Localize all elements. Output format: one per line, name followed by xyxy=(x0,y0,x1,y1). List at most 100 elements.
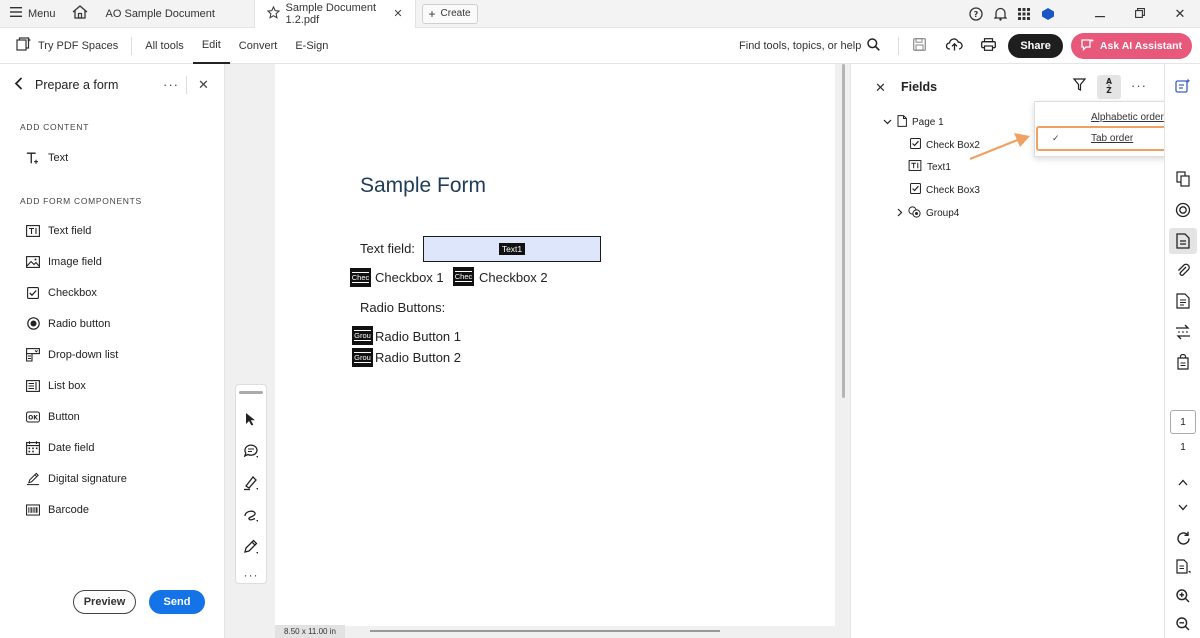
drag-handle[interactable] xyxy=(239,391,263,394)
fields-more-options-icon[interactable]: ··· xyxy=(1131,78,1147,93)
rotate-refresh-icon[interactable] xyxy=(1173,528,1193,548)
search-icon[interactable] xyxy=(867,38,881,54)
checkbox-tool[interactable]: Checkbox xyxy=(0,277,224,308)
sign-pen-icon[interactable] xyxy=(240,536,262,558)
find-tools-search[interactable]: Find tools, topics, or help xyxy=(739,40,861,52)
cloud-upload-icon[interactable] xyxy=(946,38,964,54)
check-box3-form-field[interactable]: Chec xyxy=(453,267,474,286)
save-icon[interactable] xyxy=(913,38,927,54)
restore-button[interactable] xyxy=(1120,0,1160,28)
apps-grid-icon[interactable] xyxy=(1012,0,1036,28)
radio-button-tool[interactable]: Radio button xyxy=(0,308,224,339)
zoom-out-icon[interactable] xyxy=(1173,614,1193,634)
protect-document-icon[interactable] xyxy=(1173,352,1193,372)
menu-label: Menu xyxy=(28,7,56,20)
chevron-down-icon[interactable] xyxy=(1173,497,1193,517)
close-panel-icon[interactable]: ✕ xyxy=(198,77,209,93)
tree-page-1[interactable]: Page 1 xyxy=(883,115,944,130)
page-size-label: 8.50 x 11.00 in xyxy=(275,625,345,638)
pdf-page[interactable]: Sample Form Text field: Text1 Chec Check… xyxy=(275,64,835,626)
close-fields-panel-icon[interactable]: ✕ xyxy=(875,80,886,96)
document-text-icon[interactable] xyxy=(1173,291,1193,311)
more-tools-icon[interactable]: ··· xyxy=(244,568,259,582)
dropdown-list-icon xyxy=(26,347,40,362)
home-button[interactable] xyxy=(66,0,94,28)
dropdown-list-tool[interactable]: Drop-down list xyxy=(0,339,224,370)
group4-radio-field-1[interactable]: Grou xyxy=(352,326,373,345)
sort-option-alphabetic[interactable]: Alphabetic order xyxy=(1091,112,1164,123)
zoom-in-icon[interactable] xyxy=(1173,586,1193,606)
date-field-tool[interactable]: Date field xyxy=(0,432,224,463)
group4-radio-field-2[interactable]: Grou xyxy=(352,348,373,367)
tool-label: Text field xyxy=(48,224,92,237)
barcode-tool[interactable]: Barcode xyxy=(0,494,224,525)
draw-freehand-icon[interactable] xyxy=(240,504,262,526)
preview-button[interactable]: Preview xyxy=(73,590,136,614)
tree-item-label: Check Box3 xyxy=(926,184,980,196)
tab-convert[interactable]: Convert xyxy=(230,28,287,64)
print-icon[interactable] xyxy=(981,38,997,54)
sort-option-tab-order[interactable]: Tab order xyxy=(1091,133,1133,144)
stamp-target-icon[interactable] xyxy=(1173,200,1193,220)
page-settings-icon[interactable] xyxy=(1173,557,1193,577)
ask-ai-assistant-button[interactable]: Ask AI Assistant xyxy=(1070,33,1192,59)
tree-item-label: Group4 xyxy=(926,208,960,219)
prepare-form-rail-icon[interactable] xyxy=(1169,228,1197,254)
tab-all-tools[interactable]: All tools xyxy=(136,28,193,64)
tree-item-group4[interactable]: Group4 xyxy=(897,206,959,221)
tree-item-check-box3[interactable]: Check Box3 xyxy=(910,183,980,197)
ai-panel-icon[interactable] xyxy=(1173,76,1193,96)
text1-form-field[interactable]: Text1 xyxy=(423,236,601,262)
share-button[interactable]: Share xyxy=(1008,34,1063,58)
minimize-button[interactable] xyxy=(1080,0,1120,28)
back-arrow-icon[interactable] xyxy=(14,77,23,93)
close-window-button[interactable]: ✕ xyxy=(1160,0,1200,28)
more-options-icon[interactable]: ··· xyxy=(163,77,179,92)
tool-label: Digital signature xyxy=(48,472,127,485)
tab-ao-sample-document[interactable]: AO Sample Document xyxy=(94,0,254,28)
checkbox2-label: Checkbox 2 xyxy=(479,270,548,285)
total-pages: 1 xyxy=(1180,442,1186,453)
tab-edit[interactable]: Edit xyxy=(192,28,230,64)
checkbox-icon xyxy=(910,138,921,152)
attachment-icon[interactable] xyxy=(1173,260,1193,280)
close-tab-icon[interactable]: ✕ xyxy=(393,7,402,20)
add-text-tool[interactable]: Text xyxy=(0,142,224,173)
help-icon[interactable]: ? xyxy=(964,0,988,28)
filter-icon[interactable] xyxy=(1072,78,1087,94)
tab-sample-document[interactable]: Sample Document 1.2.pdf ✕ xyxy=(253,0,416,28)
image-field-tool[interactable]: Image field xyxy=(0,246,224,277)
comment-icon[interactable] xyxy=(240,440,262,462)
highlight-pen-icon[interactable] xyxy=(240,472,262,494)
date-field-icon xyxy=(26,440,40,455)
vertical-scrollbar[interactable] xyxy=(842,64,845,398)
barcode-icon xyxy=(26,503,40,517)
tab-e-sign[interactable]: E-Sign xyxy=(286,28,337,64)
star-icon[interactable] xyxy=(266,5,280,22)
create-button[interactable]: + Create xyxy=(421,3,478,24)
send-button[interactable]: Send xyxy=(149,590,205,614)
digital-signature-tool[interactable]: Digital signature xyxy=(0,463,224,494)
select-cursor-icon[interactable] xyxy=(240,408,262,430)
chevron-down-icon[interactable] xyxy=(883,117,892,128)
horizontal-scrollbar[interactable] xyxy=(370,630,720,632)
current-page-input[interactable]: 1 xyxy=(1170,410,1196,434)
try-pdf-spaces-button[interactable]: Try PDF Spaces xyxy=(0,28,127,64)
text-field-tool[interactable]: Text field xyxy=(0,215,224,246)
chevron-right-icon[interactable] xyxy=(897,208,903,220)
profile-avatar-icon[interactable] xyxy=(1036,0,1060,28)
right-tool-rail: 1 1 xyxy=(1164,64,1200,638)
tree-item-text1[interactable]: Text1 xyxy=(908,160,951,174)
panel-title: Prepare a form xyxy=(35,78,119,92)
list-box-tool[interactable]: List box xyxy=(0,370,224,401)
menu-button[interactable]: Menu xyxy=(0,0,66,28)
create-label: Create xyxy=(440,8,471,19)
button-tool[interactable]: OK Button xyxy=(0,401,224,432)
organize-pages-icon[interactable] xyxy=(1173,169,1193,189)
document-canvas[interactable]: Sample Form Text field: Text1 Chec Check… xyxy=(225,64,850,638)
chevron-up-icon[interactable] xyxy=(1173,472,1193,492)
notification-bell-icon[interactable] xyxy=(988,0,1012,28)
compare-files-icon[interactable] xyxy=(1173,322,1193,342)
check-box2-form-field[interactable]: Chec xyxy=(350,268,371,287)
sort-button[interactable]: AZ xyxy=(1097,75,1121,99)
